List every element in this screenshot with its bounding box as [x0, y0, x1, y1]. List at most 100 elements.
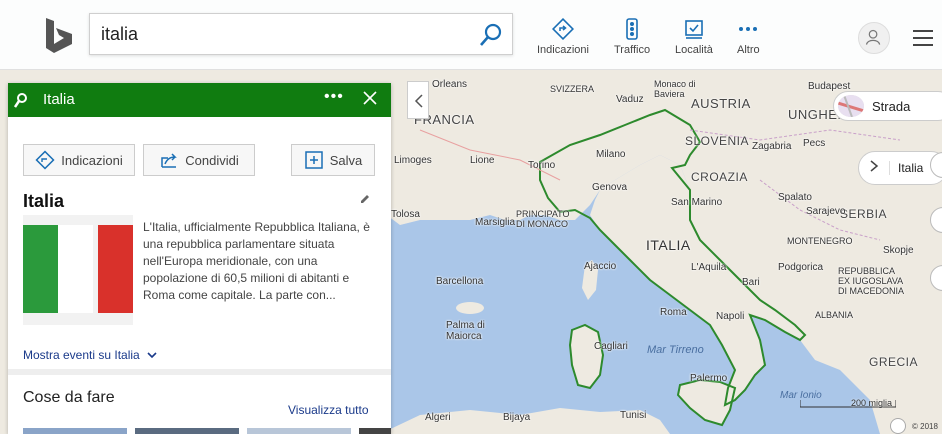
flag-stripe-red	[98, 225, 133, 313]
map-label-city: Palermo	[690, 373, 728, 384]
map-label-country: REPUBBLICA EX IUGOSLAVA DI MACEDONIA	[838, 266, 905, 296]
map-label-city: Barcellona	[436, 276, 484, 287]
map-label-city: Spalato	[778, 192, 812, 203]
map-label-city: Bari	[742, 277, 760, 288]
traffic-icon	[626, 18, 638, 40]
view-all-link[interactable]: Visualizza tutto	[288, 403, 369, 417]
entity-title: Italia	[23, 191, 65, 211]
map-label-city: Marsiglia	[475, 217, 516, 228]
map-label-city: San Marino	[671, 197, 723, 208]
nav-directions-label: Indicazioni	[537, 44, 589, 56]
search-pin-icon	[14, 93, 27, 108]
map-label-city: Skopje	[883, 245, 914, 256]
panel-header: Italia •••	[8, 83, 391, 117]
map-label-city: Tolosa	[391, 209, 420, 220]
menu-icon[interactable]	[913, 30, 933, 46]
nav-traffic-label: Traffico	[614, 44, 651, 56]
section-divider	[8, 369, 391, 375]
map-label-city: Vaduz	[616, 94, 644, 105]
map-label-city: Roma	[660, 307, 687, 318]
things-to-do-title: Cose da fare	[23, 389, 115, 406]
nav-traffic[interactable]: Traffico	[614, 18, 650, 56]
map-label-city: Pecs	[803, 138, 826, 149]
directions-button[interactable]: Indicazioni	[23, 144, 135, 176]
map-label-city: Palma di Maiorca	[446, 320, 485, 342]
more-events-label: Mostra eventi su Italia	[23, 348, 140, 362]
nav-directions[interactable]: Indicazioni	[537, 18, 589, 56]
road-style-icon	[838, 95, 864, 117]
map-label-city: Ajaccio	[584, 261, 617, 272]
feedback-icon[interactable]	[890, 418, 906, 434]
location-nav-label: Italia	[889, 161, 923, 175]
map-label-country: SERBIA	[840, 207, 888, 221]
locations-icon	[685, 20, 703, 39]
map-label-country: CROAZIA	[691, 170, 748, 184]
directions-icon	[551, 18, 574, 40]
share-icon	[161, 153, 178, 168]
collapse-panel-button[interactable]	[407, 81, 429, 119]
map-label-city: Limoges	[394, 155, 432, 166]
search-button[interactable]	[478, 22, 504, 48]
nav-locations-label: Località	[675, 44, 713, 56]
map-label-country: SLOVENIA	[685, 134, 750, 148]
map-label-city: Napoli	[716, 311, 745, 322]
map-label-city: Cagliari	[594, 341, 628, 352]
panel-more-icon[interactable]: •••	[324, 88, 344, 106]
search-icon	[480, 23, 502, 46]
save-icon	[304, 151, 323, 169]
map-label-city: Sarajevo	[806, 206, 846, 217]
map-label-sea: Mar Tirreno	[647, 344, 704, 356]
italy-flag-image[interactable]	[23, 215, 133, 325]
map-label-country: GRECIA	[869, 355, 919, 369]
chevron-down-icon	[147, 352, 157, 359]
nav-more-label: Altro	[737, 44, 760, 56]
nav-more[interactable]: Altro	[737, 18, 760, 56]
map-label-country: SVIZZERA	[550, 84, 595, 94]
user-icon	[865, 29, 881, 45]
flag-stripe-white	[58, 225, 93, 313]
map-label-city: Milano	[596, 149, 626, 160]
map-style-label: Strada	[872, 98, 911, 114]
search-box	[89, 13, 513, 55]
user-avatar[interactable]	[858, 22, 890, 54]
map-label-city: Lione	[470, 155, 495, 166]
share-button-label: Condividi	[185, 152, 239, 168]
thumbnail-image[interactable]	[247, 428, 351, 434]
top-bar: Indicazioni Traffico Località Altro	[0, 0, 942, 70]
map-label-city: Zagabria	[752, 141, 792, 152]
copyright-text: © 2018	[912, 422, 938, 431]
map-label-city: Genova	[592, 182, 628, 193]
flag-stripe-green	[23, 225, 58, 313]
search-input[interactable]	[90, 14, 470, 54]
map-label-city: Algeri	[425, 412, 451, 423]
map-label-city: Podgorica	[778, 262, 824, 273]
map-label-country: PRINCIPATO DI MONACO	[516, 209, 570, 229]
thumbnail-image[interactable]	[135, 428, 239, 434]
map-label-city: Torino	[528, 160, 556, 171]
directions-button-label: Indicazioni	[61, 152, 123, 168]
panel-header-title: Italia	[43, 91, 75, 108]
more-icon	[739, 27, 758, 31]
thumbnail-image[interactable]	[23, 428, 127, 434]
map-label-country: MONTENEGRO	[787, 236, 853, 246]
save-button-label: Salva	[329, 152, 363, 168]
map-label-city: Tunisi	[620, 410, 647, 421]
pencil-icon[interactable]	[359, 193, 371, 205]
map-label-country: ALBANIA	[815, 310, 854, 320]
close-icon[interactable]	[363, 91, 377, 105]
share-button[interactable]: Condividi	[143, 144, 255, 176]
directions-icon	[35, 150, 55, 170]
thumbnail-image[interactable]	[359, 428, 391, 434]
bing-logo-icon[interactable]	[44, 16, 76, 54]
map-label-city: Orleans	[432, 79, 468, 90]
more-events-link[interactable]: Mostra eventi su Italia	[23, 348, 157, 362]
save-button[interactable]: Salva	[291, 144, 375, 176]
map-label-city: Bijaya	[503, 412, 531, 423]
scale-label: 200 miglia	[851, 398, 893, 408]
map-style-button[interactable]: Strada	[833, 91, 942, 121]
land-mallorca	[456, 302, 484, 314]
nav-locations[interactable]: Località	[675, 18, 713, 56]
map-label-city: L'Aquila	[691, 262, 727, 273]
map-label-country: ITALIA	[646, 237, 691, 253]
info-panel: Italia ••• Indicazioni Condividi Salva I…	[8, 83, 391, 434]
